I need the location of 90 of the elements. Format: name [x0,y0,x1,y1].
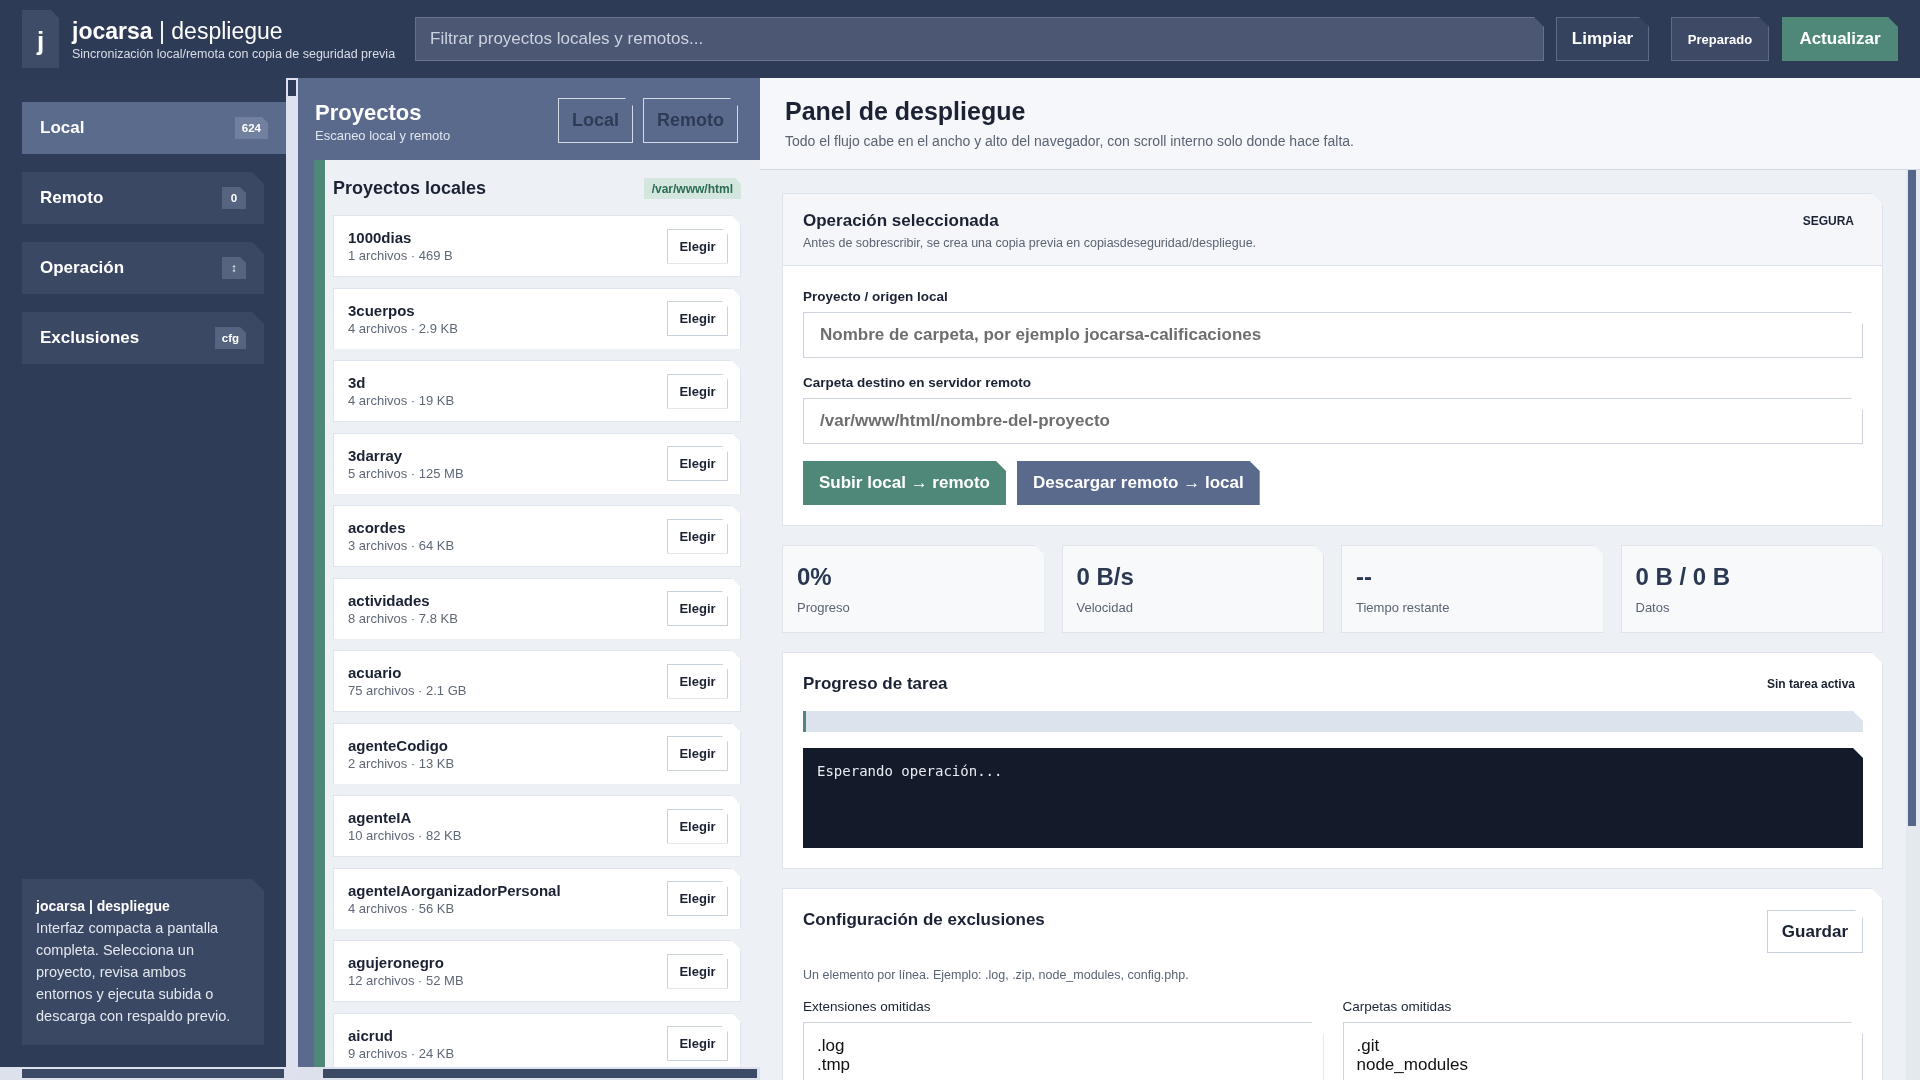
choose-button[interactable]: Elegir [667,301,728,336]
project-meta: 75 archivos · 2.1 GB [348,682,467,699]
nav-badge: cfg [214,327,246,349]
project-name: acordes [348,518,407,537]
choose-button[interactable]: Elegir [667,881,728,916]
scrollbar-thumb[interactable] [22,1069,284,1078]
nav-badge: ↕ [222,257,246,279]
project-name: acuario [348,663,403,682]
input-field[interactable]: /var/www/html/nombre-del-proyecto [803,398,1863,444]
sidebar-item[interactable]: Local 624 [22,102,286,154]
choose-button[interactable]: Elegir [667,446,728,481]
project-name: agenteIAorganizadorPersonal [348,880,561,900]
download-button[interactable]: Descargar remoto → local [1017,461,1260,505]
stat-label: Progreso [797,600,851,615]
projects-title: Proyectos [315,100,423,126]
stat-value: 0 B/s [1076,563,1135,591]
project-meta: 12 archivos · 52 MB [348,972,464,989]
project-meta: 5 archivos · 125 MB [348,464,464,482]
stat-value: 0% [797,563,833,591]
choose-button[interactable]: Elegir [667,663,728,699]
about-title: jocarsa | despliegue [36,897,171,916]
stat-label: Datos [1635,600,1671,615]
field-label: Proyecto / origen local [803,289,949,304]
list-title: Proyectos locales [333,178,487,199]
project-meta: 3 archivos · 64 KB [348,537,455,554]
stat-value: -- [1356,563,1373,591]
project-name: 3cuerpos [348,300,416,320]
projects-subtitle: Escaneo local y remoto [315,128,451,143]
choose-button[interactable]: Elegir [667,736,728,771]
stat-label: Tiempo restante [1356,600,1451,615]
field-label: Extensiones omitidas [803,999,932,1014]
clear-button[interactable]: Limpiar [1556,17,1649,61]
nav-badge: 624 [234,117,268,139]
project-name: agujeronegro [348,953,445,972]
choose-button[interactable]: Elegir [667,808,728,844]
app-title: jocarsa | despliegue [72,17,284,45]
log-console: Esperando operación... [803,748,1863,848]
project-meta: 9 archivos · 24 KB [348,1044,455,1062]
project-meta: 10 archivos · 82 KB [348,827,462,844]
logo: j [22,10,59,68]
project-meta: 1 archivos · 469 B [348,247,453,264]
project-meta: 4 archivos · 56 KB [348,899,456,917]
refresh-button[interactable]: Actualizar [1782,17,1898,61]
project-name: 1000dias [348,228,413,247]
sidebar-item[interactable]: Remoto 0 [22,172,264,224]
path-badge: /var/www/html [643,178,741,199]
status-badge: Preparado [1671,17,1769,61]
safety-label: SEGURA [1802,214,1854,228]
project-meta: 4 archivos · 19 KB [348,392,455,409]
card-title: Operación seleccionada [803,210,1000,232]
choose-button[interactable]: Elegir [667,953,728,989]
panel-subtitle: Todo el flujo cabe en el ancho y alto del navegador, con scroll interno solo donde hace falta. [785,133,1355,149]
stat-value: 0 B / 0 B [1635,563,1732,591]
choose-button[interactable]: Elegir [667,591,728,626]
project-name: agenteCodigo [348,735,449,755]
textarea-field[interactable]: .log .tmp [803,1022,1324,1080]
choose-button[interactable]: Elegir [667,518,728,554]
sidebar-item[interactable]: Operación ↕ [22,242,264,294]
about-text: Interfaz compacta a pantalla completa. Selecciona un proyecto, revisa ambos entornos y ejecuta subida o descarga con respaldo previo. [36,919,232,1026]
panel-title: Panel de despliegue [785,96,1027,126]
input-field[interactable]: Nombre de carpeta, por ejemplo jocarsa-calificaciones [803,312,1863,358]
scrollbar-thumb[interactable] [323,1069,757,1078]
project-name: 3d [348,373,367,392]
card-title: Configuración de exclusiones [803,909,1045,931]
project-meta: 2 archivos · 13 KB [348,754,455,772]
sidebar-item[interactable]: Exclusiones cfg [22,312,264,364]
save-button[interactable]: Guardar [1766,910,1863,953]
field-label: Carpetas omitidas [1342,999,1453,1014]
textarea-field[interactable]: .git node_modules [1342,1022,1863,1080]
project-name: actividades [348,590,431,610]
project-name: 3darray [348,445,404,465]
choose-button[interactable]: Elegir [667,228,728,264]
scrollbar-thumb[interactable] [288,80,296,96]
card-title: Progreso de tarea [803,673,948,695]
field-label: Carpeta destino en servidor remoto [803,375,1033,390]
scrollbar-thumb[interactable] [1908,170,1916,826]
app-subtitle: Sincronización local/remota con copia de seguridad previa [72,46,396,61]
card-subtitle: Antes de sobrescribir, se crea una copia previa en copiasdeseguridad/despliegue. [803,236,1257,250]
nav-badge: 0 [222,187,246,209]
choose-button[interactable]: Elegir [667,1026,728,1061]
task-status: Sin tarea activa [1766,677,1855,691]
search-field[interactable]: Filtrar proyectos locales y remotos... [415,17,1544,61]
project-name: agenteIA [348,808,413,827]
help-text: Un elemento por línea. Ejemplo: .log, .zip, node_modules, config.php. [803,968,1190,982]
upload-button[interactable]: Subir local → remoto [803,461,1006,505]
project-name: aicrud [348,1025,394,1045]
project-meta: 8 archivos · 7.8 KB [348,609,458,627]
choose-button[interactable]: Elegir [667,373,728,409]
stat-label: Velocidad [1076,600,1134,615]
project-meta: 4 archivos · 2.9 KB [348,319,458,337]
